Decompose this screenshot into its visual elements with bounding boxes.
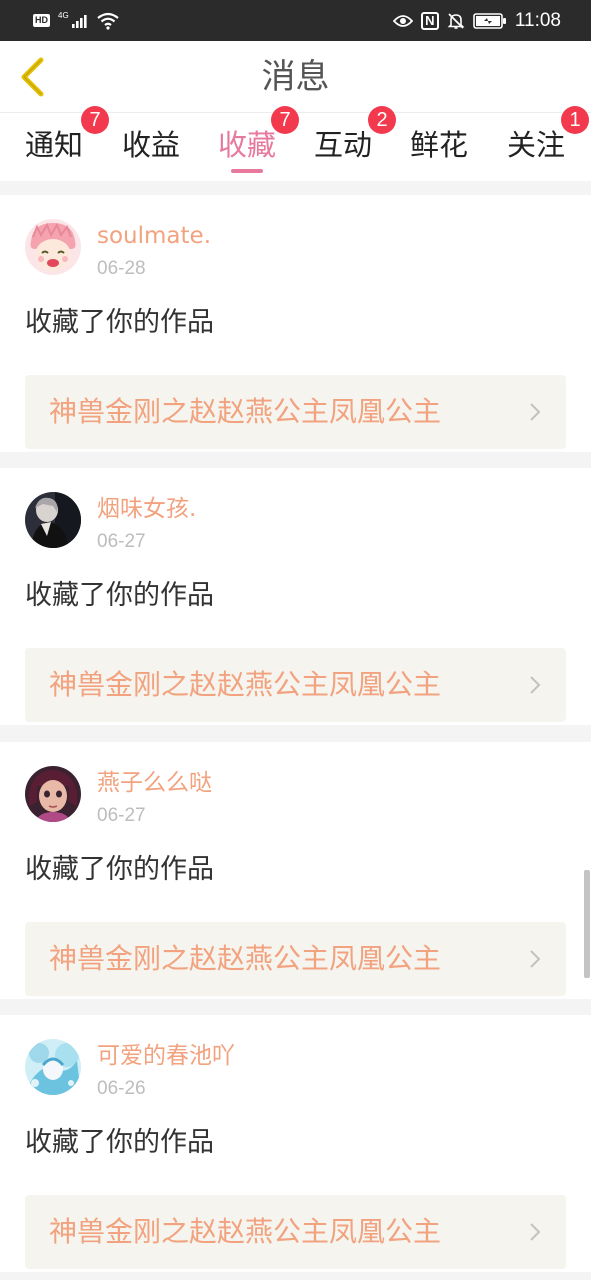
tab-earnings[interactable]: 收益 <box>103 113 199 181</box>
avatar-image <box>25 766 81 822</box>
tab-interaction[interactable]: 互动 2 <box>295 106 396 181</box>
scrollbar-thumb[interactable] <box>584 870 590 978</box>
post-date: 06-27 <box>97 531 146 552</box>
tab-favorites[interactable]: 收藏 7 <box>199 106 299 181</box>
avatar[interactable] <box>25 219 81 275</box>
favorite-card: 燕子么么哒 06-27 收藏了你的作品 神兽金刚之赵赵燕公主凤凰公主 <box>0 742 591 999</box>
chevron-right-icon <box>530 950 541 968</box>
tab-label: 鲜花 <box>409 128 468 162</box>
work-title: 神兽金刚之赵赵燕公主凤凰公主 <box>49 1215 442 1248</box>
work-link[interactable]: 神兽金刚之赵赵燕公主凤凰公主 <box>25 1195 566 1269</box>
nav-bar: 消息 <box>0 41 591 113</box>
nfc-icon: N <box>420 11 439 30</box>
status-bar: HD 4G N 11:08 <box>0 0 591 41</box>
avatar[interactable] <box>25 492 81 548</box>
avatar-image <box>25 1039 81 1095</box>
post-date: 06-26 <box>97 1078 146 1099</box>
clock-text: 11:08 <box>514 9 561 31</box>
battery-icon <box>473 12 506 29</box>
work-title: 神兽金刚之赵赵燕公主凤凰公主 <box>49 668 442 701</box>
status-right: N 11:08 <box>392 9 561 32</box>
tab-follow[interactable]: 关注 1 <box>488 106 589 181</box>
chevron-right-icon <box>530 403 541 421</box>
action-text: 收藏了你的作品 <box>25 580 214 611</box>
action-text: 收藏了你的作品 <box>25 854 214 885</box>
mute-icon <box>447 12 465 29</box>
favorite-card: soulmate. 06-28 收藏了你的作品 神兽金刚之赵赵燕公主凤凰公主 <box>0 195 591 452</box>
tab-label: 收益 <box>121 128 180 162</box>
chevron-right-icon <box>530 676 541 694</box>
chevron-right-icon <box>530 1223 541 1241</box>
action-text: 收藏了你的作品 <box>25 307 214 338</box>
favorite-card: 可爱的春池吖 06-26 收藏了你的作品 神兽金刚之赵赵燕公主凤凰公主 <box>0 1015 591 1272</box>
screen: HD 4G N 11:08 消息 通知 7 收益 收藏 7 互动 2 鲜花 关注… <box>0 0 591 1280</box>
user-name[interactable]: 燕子么么哒 <box>97 768 212 798</box>
page-title: 消息 <box>261 57 330 97</box>
work-link[interactable]: 神兽金刚之赵赵燕公主凤凰公主 <box>25 648 566 722</box>
avatar-image <box>25 492 81 548</box>
eye-icon <box>392 14 413 27</box>
avatar[interactable] <box>25 1039 81 1095</box>
post-date: 06-28 <box>97 258 146 279</box>
network-type-label: 4G <box>58 11 69 20</box>
follow-badge: 1 <box>561 106 589 134</box>
work-link[interactable]: 神兽金刚之赵赵燕公主凤凰公主 <box>25 375 566 449</box>
tab-bar: 通知 7 收益 收藏 7 互动 2 鲜花 关注 1 <box>0 106 591 181</box>
work-title: 神兽金刚之赵赵燕公主凤凰公主 <box>49 395 442 428</box>
avatar-image <box>25 219 81 275</box>
tab-flowers[interactable]: 鲜花 <box>391 113 487 181</box>
status-left: HD 4G <box>33 11 119 30</box>
active-tab-indicator <box>231 169 263 173</box>
tab-notification[interactable]: 通知 7 <box>6 106 109 181</box>
user-name[interactable]: 烟味女孩. <box>97 494 196 524</box>
wifi-icon <box>96 12 119 30</box>
user-name[interactable]: 可爱的春池吖 <box>97 1041 235 1071</box>
hd-icon: HD <box>33 14 50 27</box>
action-text: 收藏了你的作品 <box>25 1127 214 1158</box>
post-date: 06-27 <box>97 805 146 826</box>
favorite-card: 烟味女孩. 06-27 收藏了你的作品 神兽金刚之赵赵燕公主凤凰公主 <box>0 468 591 725</box>
user-name[interactable]: soulmate. <box>97 221 211 251</box>
work-link[interactable]: 神兽金刚之赵赵燕公主凤凰公主 <box>25 922 566 996</box>
avatar[interactable] <box>25 766 81 822</box>
work-title: 神兽金刚之赵赵燕公主凤凰公主 <box>49 942 442 975</box>
signal-icon <box>71 14 87 28</box>
